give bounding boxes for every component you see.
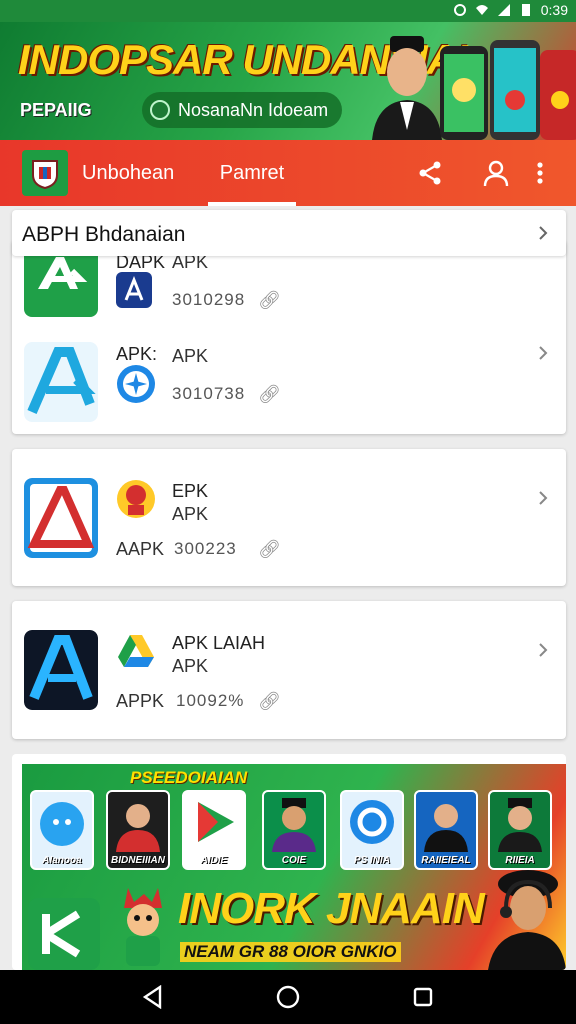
app-icon-blue-a <box>24 342 98 422</box>
app-label-b: APK <box>172 346 209 366</box>
tile-label: RAIIEIEAL <box>421 855 471 866</box>
sync-icon <box>453 4 466 16</box>
wifi-icon <box>475 5 488 15</box>
tile-label: AIanooa <box>42 855 82 866</box>
app-card: DAPK APK 3010298 🔗︎ APK: APK 3010738 🔗︎ <box>12 240 566 434</box>
person-avatar <box>498 798 542 852</box>
app-prefix: AAPK <box>116 539 165 559</box>
promo-heading: PSEEDOIAIAN <box>130 768 248 787</box>
phones-illustration <box>440 40 576 140</box>
person-avatar <box>272 798 316 852</box>
promo-banner[interactable]: PSEEDOIAIAN AIanooa BIDNEIIIAN AIDIE COI… <box>12 754 566 970</box>
drive-icon <box>118 635 154 667</box>
mascot-illustration <box>124 888 162 966</box>
share-icon[interactable] <box>414 157 446 189</box>
play-icon <box>198 802 234 842</box>
tab-pamret[interactable]: Pamret <box>208 140 296 206</box>
profile-icon[interactable] <box>480 157 512 189</box>
signal-icon <box>497 4 510 16</box>
app-logo[interactable] <box>22 150 68 196</box>
paperclip-icon: 🔗︎ <box>258 384 281 404</box>
banner-subtitle: PEPAIIG <box>20 100 92 120</box>
tile-label: PS INIA <box>353 855 391 866</box>
compass-icon <box>117 365 155 403</box>
tile-label: AIDIE <box>200 855 228 866</box>
app-card: APK LAIAH APK APPK 10092% 🔗︎ <box>12 601 566 739</box>
chevron-right-icon[interactable] <box>536 226 550 240</box>
app-label-a: APK: <box>116 344 158 364</box>
chevron-right-icon[interactable] <box>536 346 550 360</box>
promo-tile[interactable]: RIIEIA <box>488 790 552 870</box>
more-vert-icon[interactable] <box>524 157 556 189</box>
promo-title: INORK JNAAIN <box>178 884 485 933</box>
paperclip-icon: 🔗︎ <box>258 539 281 559</box>
back-triangle-icon <box>143 985 162 1009</box>
person-avatar <box>116 804 160 852</box>
back-button[interactable] <box>137 981 169 1013</box>
promo-subtitle: NEAM GR 88 OIOR GNKIO <box>180 942 401 962</box>
promo-tile[interactable]: PS INIA <box>340 790 404 870</box>
section-title: ABPH Bhdanaian <box>22 223 186 246</box>
list-item[interactable]: EPK APK AAPK 300223 🔗︎ <box>12 449 566 586</box>
home-circle-icon <box>276 985 300 1009</box>
list-item[interactable]: APK LAIAH APK APPK 10092% 🔗︎ <box>12 601 566 739</box>
system-nav-bar <box>0 970 576 1024</box>
chat-bubble-icon <box>40 802 84 846</box>
status-bar: 0:39 <box>0 0 576 22</box>
send-arrow-icon <box>42 910 81 958</box>
app-label-a: APK LAIAH <box>172 633 266 653</box>
refresh-icon <box>350 800 394 844</box>
tile-label: BIDNEIIIAN <box>111 855 165 866</box>
paperclip-icon: 🔗︎ <box>258 691 281 711</box>
pin-icon <box>150 100 170 120</box>
app-icon-red-a <box>24 478 98 558</box>
tile-label: COIE <box>281 855 307 866</box>
download-count: 3010298 <box>172 290 246 309</box>
app-card: EPK APK AAPK 300223 🔗︎ <box>12 449 566 586</box>
mascot-icon <box>117 480 155 518</box>
app-label-b: APK <box>172 504 209 524</box>
recents-square-icon <box>413 987 432 1007</box>
paperclip-icon: 🔗︎ <box>258 290 281 310</box>
section-header[interactable]: ABPH Bhdanaian <box>12 210 566 256</box>
app-prefix: APPK <box>116 691 165 711</box>
promo-app-icon[interactable] <box>28 898 100 970</box>
app-store-icon <box>116 272 152 308</box>
promo-tile[interactable]: AIDIE <box>182 790 246 870</box>
app-bar: Unbohean Pamret <box>0 140 576 206</box>
promo-tile[interactable]: BIDNEIIIAN <box>106 790 170 870</box>
battery-icon <box>521 4 530 16</box>
tab-unbohean[interactable]: Unbohean <box>82 140 174 206</box>
promo-tile[interactable]: COIE <box>262 790 326 870</box>
chevron-right-icon[interactable] <box>536 491 550 505</box>
promo-tile[interactable]: RAIIEIEAL <box>414 790 478 870</box>
download-count: 10092% <box>176 691 245 710</box>
person-avatar <box>424 804 468 852</box>
crest-icon <box>32 160 58 189</box>
banner-pill-label: NosanaNn Idoeam <box>178 99 329 120</box>
download-count: 300223 <box>174 539 237 558</box>
chevron-right-icon[interactable] <box>536 643 550 657</box>
download-count: 3010738 <box>172 384 246 403</box>
list-item[interactable]: APK: APK 3010738 🔗︎ <box>12 338 566 434</box>
recents-button[interactable] <box>407 981 439 1013</box>
app-label-b: APK <box>172 656 209 676</box>
person-with-headset <box>488 870 566 970</box>
banner-pill-button[interactable]: NosanaNn Idoeam <box>142 92 343 128</box>
clock: 0:39 <box>540 2 568 18</box>
promo-tile[interactable]: AIanooa <box>30 790 94 870</box>
home-button[interactable] <box>272 981 304 1013</box>
app-label-a: EPK <box>172 481 209 501</box>
app-icon-dark-a <box>24 630 98 710</box>
